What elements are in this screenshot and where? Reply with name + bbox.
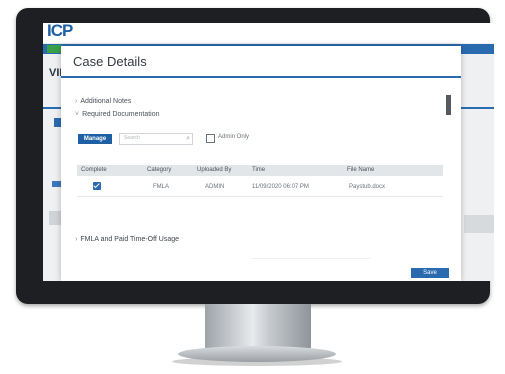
section-additional-notes[interactable]: › Additional Notes (75, 98, 131, 105)
monitor-stand-base (178, 346, 336, 362)
chevron-down-icon: ˅ (75, 111, 80, 118)
table-row: FMLA ADMIN 11/09/2020 06:07 PM Paystub.d… (77, 181, 443, 193)
section-label: Additional Notes (80, 98, 132, 105)
dialog-title-rule (61, 76, 461, 78)
cell-file-name[interactable]: Paystub.docx (349, 184, 385, 190)
cell-time: 11/09/2020 06:07 PM (252, 184, 309, 190)
dialog-scrollbar-thumb[interactable] (446, 95, 451, 115)
app-header: ICP (43, 23, 494, 43)
complete-checkbox[interactable] (93, 182, 101, 190)
chevron-right-icon: › (75, 98, 78, 105)
column-header-category[interactable]: Category (147, 167, 171, 173)
column-header-file-name[interactable]: File Name (347, 167, 374, 173)
chevron-right-icon: › (75, 236, 78, 243)
section-label: Required Documentation (82, 111, 160, 118)
search-input[interactable]: Search ⌕ (119, 133, 193, 145)
monitor-stand-neck (205, 304, 311, 348)
search-icon: ⌕ (186, 135, 190, 142)
icp-logo: ICP (47, 23, 73, 40)
section-fmla-paid-time-off[interactable]: › FMLA and Paid Time-Off Usage (75, 236, 179, 243)
manage-button[interactable]: Manage (78, 134, 112, 144)
documents-table-header: Complete Category Uploaded By Time File … (77, 165, 443, 176)
monitor-screen: ICP VIEW Case Details ›Additional Notes … (43, 23, 494, 281)
cell-category: FMLA (153, 184, 170, 190)
section-required-documentation[interactable]: ˅ Required Documentation (75, 111, 160, 118)
section-label: FMLA and Paid Time-Off Usage (80, 236, 180, 243)
search-placeholder: Search (124, 135, 140, 141)
case-details-dialog: Case Details › Additional Notes ˅ Required… (61, 46, 461, 281)
save-button[interactable]: Save (411, 268, 449, 278)
admin-only-checkbox[interactable] (206, 134, 215, 143)
dialog-title: Case Details (73, 54, 147, 69)
monitor-bezel: ICP VIEW Case Details ›Additional Notes … (16, 8, 494, 304)
divider (251, 258, 371, 259)
row-divider (77, 196, 443, 197)
app-right-box (464, 215, 494, 233)
admin-only-label: Admin Only (218, 134, 250, 140)
column-header-complete[interactable]: Complete (81, 167, 107, 173)
column-header-time[interactable]: Time (252, 167, 265, 173)
column-header-uploaded-by[interactable]: Uploaded By (197, 167, 231, 173)
app-nav-home-tab[interactable] (47, 45, 61, 53)
cell-uploaded-by: ADMIN (205, 184, 225, 190)
